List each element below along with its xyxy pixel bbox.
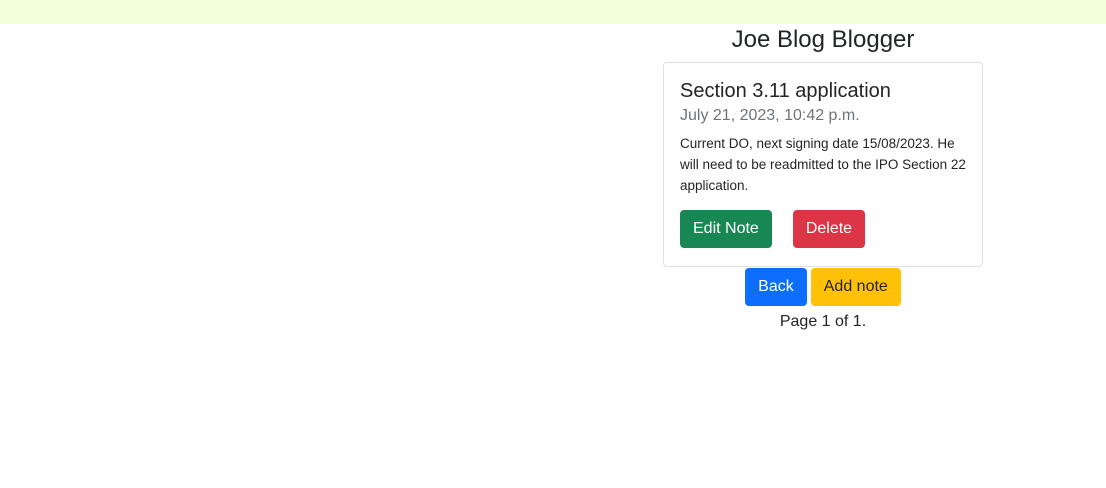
add-note-button[interactable]: Add note: [810, 268, 901, 306]
note-date: July 21, 2023, 10:42 p.m.: [680, 107, 860, 124]
top-banner-strip: [0, 0, 1106, 24]
note-body: Current DO, next signing date 15/08/2023…: [680, 136, 966, 193]
delete-note-button[interactable]: Delete: [792, 210, 866, 248]
back-button[interactable]: Back: [745, 268, 807, 306]
page-actions: Back Add note: [663, 268, 983, 306]
note-card: Section 3.11 application July 21, 2023, …: [663, 62, 983, 267]
edit-note-button[interactable]: Edit Note: [680, 210, 772, 248]
main-content: Joe Blog Blogger Section 3.11 applicatio…: [663, 24, 983, 332]
note-actions: Edit Note Delete: [680, 210, 966, 248]
page-title: Joe Blog Blogger: [731, 26, 915, 53]
note-title: Section 3.11 application: [680, 80, 891, 102]
pagination-status: Page 1 of 1.: [779, 313, 867, 330]
